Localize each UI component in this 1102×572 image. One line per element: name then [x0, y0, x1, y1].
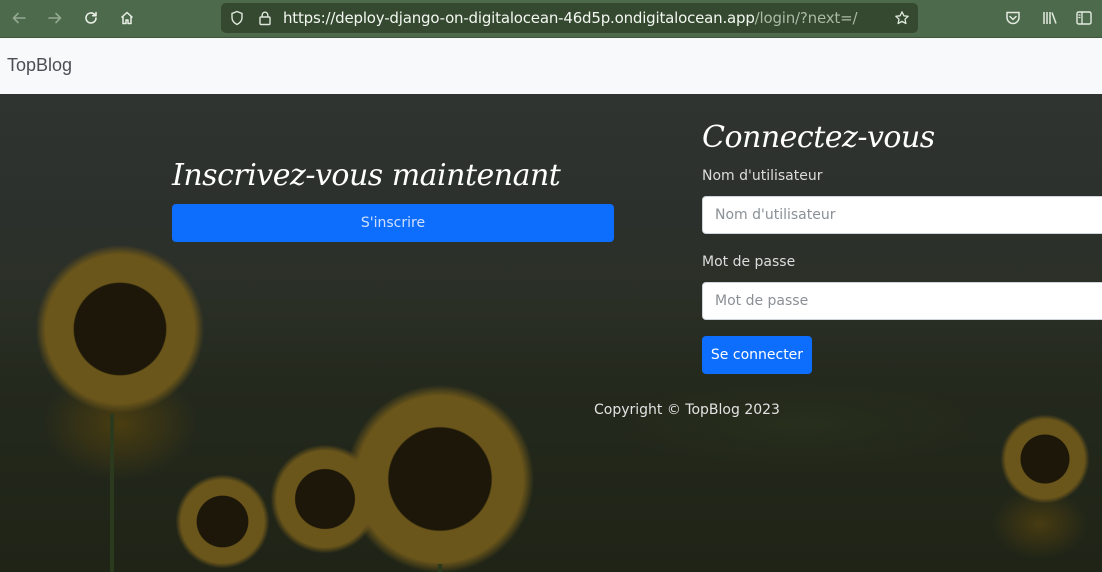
login-button[interactable]: Se connecter [702, 336, 812, 374]
shield-icon[interactable] [229, 10, 245, 26]
username-label: Nom d'utilisateur [702, 168, 823, 184]
site-navbar: TopBlog [0, 38, 1102, 94]
brand-link[interactable]: TopBlog [7, 55, 72, 76]
background-sunflower [270, 444, 380, 554]
url-text[interactable]: https://deploy-django-on-digitalocean-46… [283, 9, 858, 27]
library-icon[interactable] [1041, 9, 1059, 27]
reload-icon[interactable] [78, 6, 104, 30]
username-input[interactable] [702, 196, 1102, 234]
star-icon[interactable] [894, 10, 910, 26]
back-arrow-icon[interactable] [6, 6, 32, 30]
url-path: /login/?next=/ [754, 9, 858, 27]
background-sunflower [175, 474, 270, 569]
hero-section: Inscrivez-vous maintenant S'inscrire Con… [0, 94, 1102, 572]
home-icon[interactable] [114, 6, 140, 30]
background-sunflower [35, 244, 205, 414]
copyright-text: Copyright © TopBlog 2023 [594, 402, 780, 418]
signup-button[interactable]: S'inscrire [172, 204, 614, 242]
forward-arrow-icon[interactable] [42, 6, 68, 30]
password-input[interactable] [702, 282, 1102, 320]
login-title: Connectez-vous [702, 120, 935, 155]
address-bar[interactable]: https://deploy-django-on-digitalocean-46… [221, 3, 918, 33]
background-sunflower [1000, 414, 1090, 504]
signup-title: Inscrivez-vous maintenant [172, 158, 561, 193]
sidebar-icon[interactable] [1075, 9, 1093, 27]
background-stem [438, 564, 442, 572]
browser-toolbar: https://deploy-django-on-digitalocean-46… [0, 0, 1102, 38]
url-host: https://deploy-django-on-digitalocean-46… [283, 9, 755, 27]
password-label: Mot de passe [702, 254, 796, 270]
background-stem [110, 414, 114, 572]
lock-icon[interactable] [257, 10, 273, 26]
pocket-icon[interactable] [1004, 9, 1022, 27]
